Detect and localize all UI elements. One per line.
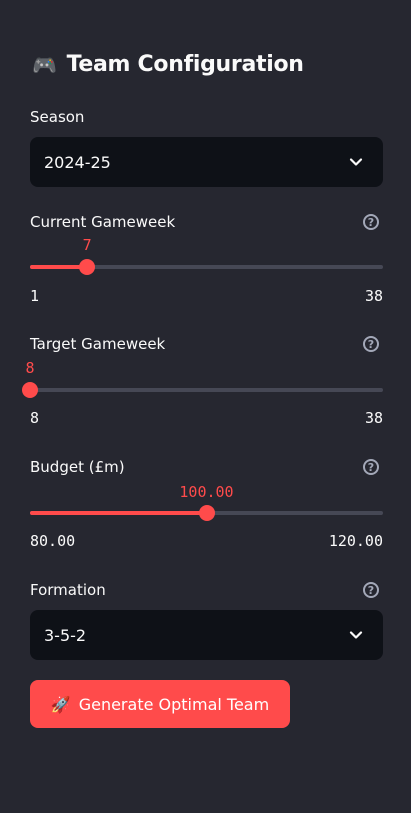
gamepad-icon: 🎮 (32, 52, 57, 77)
season-value: 2024-25 (44, 152, 111, 172)
current-gameweek-slider[interactable] (30, 259, 383, 275)
generate-optimal-team-button[interactable]: 🚀 Generate Optimal Team (30, 680, 290, 728)
budget-max: 120.00 (328, 532, 383, 550)
help-icon[interactable]: ? (363, 336, 379, 352)
formation-label: Formation (30, 581, 106, 599)
current-gameweek-min: 1 (30, 287, 40, 305)
current-gameweek-max: 38 (364, 287, 383, 305)
slider-fill (30, 511, 207, 515)
page-title-text: Team Configuration (66, 52, 304, 77)
page-title: 🎮 Team Configuration (32, 52, 304, 77)
formation-value: 3-5-2 (44, 625, 87, 645)
help-icon[interactable]: ? (363, 214, 379, 230)
chevron-down-icon (349, 158, 363, 166)
budget-label: Budget (£m) (30, 458, 125, 476)
budget-min: 80.00 (30, 532, 76, 550)
chevron-down-icon (349, 631, 363, 639)
slider-thumb[interactable] (198, 505, 215, 521)
target-gameweek-value: 8 (25, 359, 35, 377)
target-gameweek-min: 8 (30, 409, 40, 427)
slider-thumb[interactable] (22, 382, 38, 398)
season-label: Season (30, 108, 85, 126)
formation-select[interactable]: 3-5-2 (30, 610, 383, 660)
budget-slider[interactable] (30, 505, 383, 521)
current-gameweek-value: 7 (82, 236, 92, 254)
generate-button-label: Generate Optimal Team (78, 694, 270, 714)
target-gameweek-max: 38 (364, 409, 383, 427)
target-gameweek-slider[interactable] (22, 382, 383, 398)
budget-value: 100.00 (179, 483, 234, 501)
rocket-icon: 🚀 (50, 694, 71, 714)
slider-thumb[interactable] (79, 259, 96, 275)
help-icon[interactable]: ? (363, 582, 379, 598)
target-gameweek-label: Target Gameweek (30, 335, 166, 353)
current-gameweek-label: Current Gameweek (30, 213, 176, 231)
help-icon[interactable]: ? (363, 459, 379, 475)
season-select[interactable]: 2024-25 (30, 137, 383, 187)
